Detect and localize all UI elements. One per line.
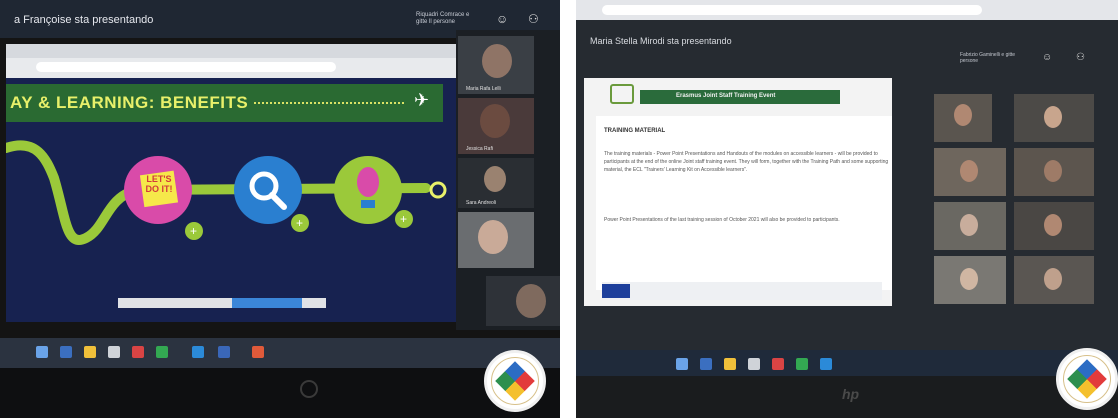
slide-heading: TRAINING MATERIAL (604, 128, 666, 134)
participant-strip: Maria Rafa Lelli Jessica Rafi Sara Andre… (456, 30, 560, 330)
participant-tile[interactable] (486, 276, 560, 326)
participant-tile[interactable]: Maria Rafa Lelli (458, 36, 534, 94)
participant-tile[interactable]: Sara Andreoli (458, 158, 534, 208)
image-separator (560, 0, 576, 418)
participant-name: Sara Andreoli (466, 200, 497, 206)
participant-name: Maria Rafa Lelli (466, 86, 501, 92)
participant-tile[interactable]: Jessica Rafi (458, 98, 534, 154)
laptop-bezel (0, 368, 560, 418)
edge-icon[interactable] (60, 346, 72, 358)
participant-tile[interactable] (934, 148, 1006, 196)
edge-icon[interactable] (700, 358, 712, 370)
participant-tile[interactable] (1014, 256, 1094, 304)
app-icon[interactable] (218, 346, 230, 358)
hp-logo-icon: hp (842, 386, 860, 402)
participant-tile[interactable] (1014, 148, 1094, 196)
slide-title-banner: AY & LEARNING: BENEFITS ✈ (6, 84, 443, 122)
app-icon[interactable] (820, 358, 832, 370)
app-icon[interactable] (192, 346, 204, 358)
dotted-line (254, 102, 404, 104)
participant-grid (934, 94, 1110, 308)
project-logo-icon (610, 84, 634, 104)
slide-paragraph: Power Point Presentations of the last tr… (604, 217, 840, 223)
app-icon[interactable] (108, 346, 120, 358)
photo-left-meeting: a Françoise sta presentando Riquadri Com… (0, 0, 560, 418)
slide-title: AY & LEARNING: BENEFITS (10, 93, 249, 112)
svg-text:+: + (400, 212, 407, 226)
emoji-icon[interactable]: ☺ (496, 12, 508, 26)
emoji-icon[interactable]: ☺ (1042, 52, 1052, 63)
taskbar (0, 338, 560, 368)
svg-text:+: + (190, 224, 197, 238)
meeting-meta: Riquadri Comrace e gitte ll persone (416, 12, 470, 25)
participant-tile[interactable] (1014, 94, 1094, 142)
app-icon[interactable] (252, 346, 264, 358)
start-icon[interactable] (36, 346, 48, 358)
participant-tile[interactable] (934, 94, 992, 142)
taskbar (576, 350, 1118, 376)
ecl-logo-icon (1056, 348, 1118, 410)
slide-paragraph: The training materials - Power Point Pre… (604, 151, 889, 173)
start-icon[interactable] (676, 358, 688, 370)
sticky-note-text: LET'S DO IT! (145, 174, 173, 194)
chrome-icon[interactable] (156, 346, 168, 358)
chrome-icon[interactable] (796, 358, 808, 370)
browser-tabs[interactable] (6, 44, 456, 58)
ecl-logo-icon (484, 350, 546, 412)
slide-header-text: Erasmus Joint Staff Training Event (676, 93, 776, 99)
app-icon[interactable] (748, 358, 760, 370)
participant-tile[interactable] (934, 256, 1006, 304)
app-icon[interactable] (772, 358, 784, 370)
participant-name: Jessica Rafi (466, 146, 493, 152)
folder-icon[interactable] (724, 358, 736, 370)
meeting-meta: Fabrizio Gaminelli e gitte persone (960, 52, 1016, 64)
presentation-slide: Erasmus Joint Staff Training Event TRAIN… (584, 78, 892, 306)
folder-icon[interactable] (84, 346, 96, 358)
presenter-label: Maria Stella Mirodi sta presentando (590, 36, 732, 46)
eu-flag-icon (602, 284, 630, 298)
participant-tile[interactable] (934, 202, 1006, 250)
slide-textbox: TRAINING MATERIAL The training materials… (596, 116, 892, 290)
presenter-label: a Françoise sta presentando (14, 14, 154, 26)
people-icon[interactable]: ⚇ (1076, 52, 1085, 63)
address-bar[interactable] (602, 5, 982, 15)
participant-tile[interactable] (1014, 202, 1094, 250)
address-bar[interactable] (36, 62, 336, 72)
app-icon[interactable] (132, 346, 144, 358)
svg-text:+: + (296, 216, 303, 230)
people-icon[interactable]: ⚇ (528, 12, 539, 26)
slide-header: Erasmus Joint Staff Training Event (640, 90, 840, 104)
browser-window (6, 44, 456, 78)
laptop-bezel: hp (576, 376, 1118, 418)
airplane-icon: ✈ (414, 90, 430, 110)
photo-right-meeting: Maria Stella Mirodi sta presentando Fabr… (576, 0, 1118, 418)
hp-logo-icon (300, 380, 318, 398)
participant-tile[interactable] (458, 212, 534, 268)
slide-footer (602, 282, 882, 300)
